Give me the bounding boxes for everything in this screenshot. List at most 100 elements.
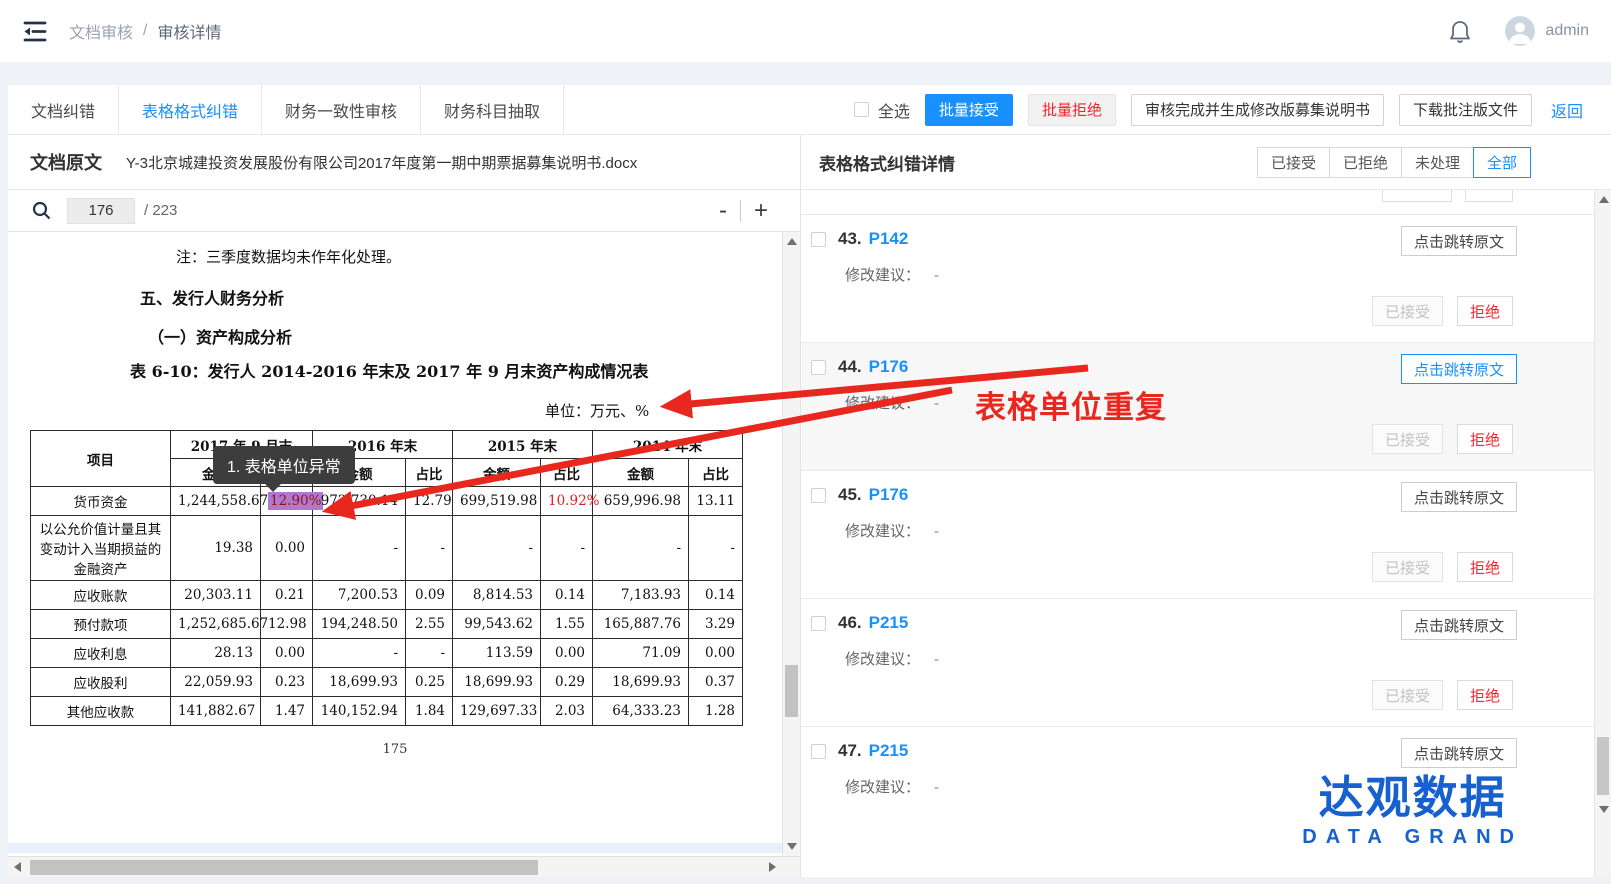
page-number-input[interactable] — [67, 198, 135, 224]
reject-button[interactable]: 拒绝 — [1457, 680, 1513, 710]
scroll-up-arrow[interactable] — [1599, 196, 1609, 203]
doc-table-cell: 8,814.53 — [453, 581, 541, 610]
reject-button[interactable]: 拒绝 — [1457, 424, 1513, 454]
magnifier-icon[interactable] — [32, 201, 51, 220]
panels: 文档原文 Y-3北京城建投资发展股份有限公司2017年度第一期中期票据募集说明书… — [8, 135, 1611, 877]
zoom-controls: - + — [719, 199, 780, 223]
select-all-checkbox[interactable] — [854, 102, 869, 117]
scroll-up-arrow[interactable] — [787, 238, 797, 245]
doc-table-cell: 12.98 — [261, 610, 313, 639]
doc-vscroll-thumb[interactable] — [785, 665, 798, 717]
jump-to-source-button[interactable]: 点击跳转原文 — [1401, 738, 1517, 768]
jump-to-source-button[interactable]: 点击跳转原文 — [1401, 610, 1517, 640]
back-link[interactable]: 返回 — [1551, 98, 1583, 122]
datagrand-logo: 达观数据 DATA GRAND — [1302, 774, 1523, 849]
item-page-link[interactable]: P176 — [869, 485, 909, 505]
scroll-down-arrow[interactable] — [787, 843, 797, 850]
tab-financial-consistency[interactable]: 财务一致性审核 — [262, 85, 421, 134]
review-panel-header: 表格格式纠错详情 已接受 已拒绝 未处理 全部 — [801, 135, 1611, 190]
item-checkbox[interactable] — [811, 360, 826, 375]
bell-icon[interactable] — [1449, 19, 1471, 44]
suggestion-label: 修改建议： — [845, 267, 920, 284]
doc-table-cell: - — [453, 516, 541, 581]
breadcrumb-parent[interactable]: 文档审核 — [69, 19, 133, 43]
doc-table-cell: 其他应收款 — [31, 697, 171, 726]
item-page-link[interactable]: P142 — [869, 229, 909, 249]
accepted-button[interactable]: 已接受 — [1372, 296, 1443, 326]
filter-accepted[interactable]: 已接受 — [1257, 147, 1330, 178]
item-checkbox[interactable] — [811, 744, 826, 759]
accepted-button[interactable]: 已接受 — [1372, 552, 1443, 582]
tab-financial-subject-extraction[interactable]: 财务科目抽取 — [421, 85, 564, 134]
jump-to-source-button[interactable]: 点击跳转原文 — [1401, 354, 1517, 384]
review-vertical-scrollbar[interactable] — [1594, 190, 1611, 877]
doc-table-cell: 0.21 — [261, 581, 313, 610]
filter-all[interactable]: 全部 — [1473, 147, 1531, 178]
review-vscroll-thumb[interactable] — [1597, 737, 1609, 795]
reject-button[interactable]: 拒绝 — [1457, 552, 1513, 582]
doc-table-cell: 113.59 — [453, 639, 541, 668]
doc-table-cell: 10.92% — [541, 487, 593, 516]
doc-table-cell: - — [406, 639, 453, 668]
zoom-in-button[interactable]: + — [754, 199, 768, 223]
accepted-button[interactable]: 已接受 — [1372, 424, 1443, 454]
item-checkbox[interactable] — [811, 616, 826, 631]
download-annotated-button[interactable]: 下载批注版文件 — [1399, 94, 1532, 126]
doc-table-cell: 以公允价值计量且其变动计入当期损益的金融资产 — [31, 516, 171, 581]
doc-horizontal-scrollbar[interactable] — [8, 856, 800, 877]
menu-fold-icon[interactable] — [22, 20, 47, 43]
scroll-right-arrow[interactable] — [769, 862, 776, 872]
item-checkbox[interactable] — [811, 488, 826, 503]
scroll-left-arrow[interactable] — [14, 862, 21, 872]
doc-table-cell: 1.55 — [541, 610, 593, 639]
tab-table-format-correction[interactable]: 表格格式纠错 — [119, 85, 262, 134]
doc-table-cell: 货币资金 — [31, 487, 171, 516]
doc-page-number: 175 — [8, 742, 782, 757]
doc-table-cell: 28.13 — [171, 639, 261, 668]
doc-table-cell: - — [313, 516, 406, 581]
username[interactable]: admin — [1545, 22, 1589, 40]
doc-vertical-scrollbar[interactable] — [782, 232, 800, 856]
finish-generate-button[interactable]: 审核完成并生成修改版募集说明书 — [1131, 94, 1384, 126]
suggestion-value: - — [934, 523, 939, 540]
reject-button[interactable]: 拒绝 — [1457, 296, 1513, 326]
suggestion-value: - — [934, 779, 939, 796]
doc-table-cell: 140,152.94 — [313, 697, 406, 726]
filter-rejected[interactable]: 已拒绝 — [1329, 147, 1402, 178]
table-unit-anomaly-tooltip: 1. 表格单位异常 — [213, 446, 355, 484]
batch-reject-button[interactable]: 批量拒绝 — [1028, 94, 1116, 126]
item-page-link[interactable]: P215 — [869, 741, 909, 761]
item-checkbox[interactable] — [811, 232, 826, 247]
doc-table-cell: 应收股利 — [31, 668, 171, 697]
filter-unprocessed[interactable]: 未处理 — [1401, 147, 1474, 178]
jump-to-source-button[interactable]: 点击跳转原文 — [1401, 226, 1517, 256]
doc-table-cell: 0.23 — [261, 668, 313, 697]
doc-hscroll-thumb[interactable] — [30, 860, 538, 875]
doc-table-cell: 20,303.11 — [171, 581, 261, 610]
doc-table-cell: 1.47 — [261, 697, 313, 726]
breadcrumb: 文档审核 / 审核详情 — [69, 19, 221, 43]
select-all-label[interactable]: 全选 — [878, 98, 910, 122]
clipped-accept-button[interactable] — [1382, 190, 1452, 202]
avatar[interactable] — [1505, 16, 1535, 46]
suggestion-label: 修改建议： — [845, 779, 920, 796]
item-number: 45. — [838, 485, 862, 505]
doc-table: 项目 2017 年 9 月末 2016 年末 2015 年末 2014 年末 金… — [30, 430, 743, 726]
zoom-out-button[interactable]: - — [719, 199, 727, 223]
tab-doc-correction[interactable]: 文档纠错 — [8, 85, 119, 134]
doc-table-cell: 0.14 — [689, 581, 743, 610]
doc-table-subheader: 占比 — [689, 459, 743, 487]
item-page-link[interactable]: P215 — [869, 613, 909, 633]
partially-scrolled-item — [801, 190, 1594, 215]
review-item-46: 46. P215 点击跳转原文 修改建议：- 已接受 拒绝 — [801, 599, 1594, 727]
accepted-button[interactable]: 已接受 — [1372, 680, 1443, 710]
scroll-down-arrow[interactable] — [1599, 806, 1609, 813]
doc-table-cell: 1,244,558.67 — [171, 487, 261, 516]
item-page-link[interactable]: P176 — [869, 357, 909, 377]
doc-table-cell: - — [593, 516, 689, 581]
doc-table-cell: - — [313, 639, 406, 668]
jump-to-source-button[interactable]: 点击跳转原文 — [1401, 482, 1517, 512]
highlighted-cell-value: 10.92% — [548, 493, 599, 509]
clipped-reject-button[interactable] — [1465, 190, 1513, 202]
batch-accept-button[interactable]: 批量接受 — [925, 94, 1013, 126]
